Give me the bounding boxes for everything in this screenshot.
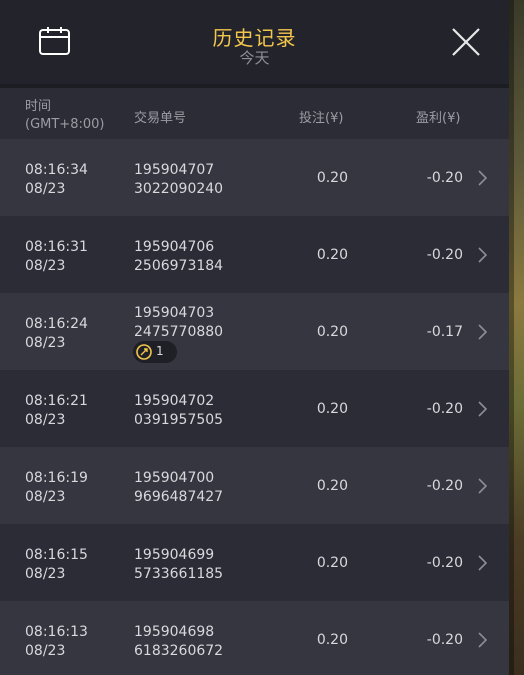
row-time: 08:16:21 08/23 xyxy=(25,392,88,430)
row-profit: -0.20 xyxy=(426,478,463,494)
row-order: 195904700 9696487427 xyxy=(134,469,223,507)
row-date-value: 08/23 xyxy=(25,258,66,274)
history-row[interactable]: 08:16:21 08/23 195904702 0391957505 0.20… xyxy=(0,370,509,447)
row-order-line1: 195904698 xyxy=(134,624,215,640)
row-time-value: 08:16:19 xyxy=(25,470,88,486)
row-bet: 0.20 xyxy=(316,170,348,186)
history-row[interactable]: 08:16:13 08/23 195904698 6183260672 0.20… xyxy=(0,601,509,675)
history-row[interactable]: 08:16:19 08/23 195904700 9696487427 0.20… xyxy=(0,447,509,524)
close-icon xyxy=(452,28,480,56)
chevron-right-icon[interactable] xyxy=(476,400,488,418)
row-profit: -0.20 xyxy=(426,632,463,648)
row-time: 08:16:31 08/23 xyxy=(25,238,88,276)
row-order-line1: 195904700 xyxy=(134,470,215,486)
row-time: 08:16:24 08/23 xyxy=(25,315,88,353)
row-time-value: 08:16:24 xyxy=(25,316,88,332)
header-bar: 历史记录 今天 xyxy=(0,0,509,84)
background-edge xyxy=(509,0,524,675)
row-order-line2: 2475770880 xyxy=(134,324,224,340)
chevron-right-icon[interactable] xyxy=(476,554,488,572)
row-order-line2: 5733661185 xyxy=(134,566,224,582)
row-profit: -0.17 xyxy=(426,324,463,340)
row-time-value: 08:16:34 xyxy=(25,162,88,178)
row-profit: -0.20 xyxy=(426,555,463,571)
chevron-right-icon[interactable] xyxy=(476,631,488,649)
row-bet: 0.20 xyxy=(316,401,348,417)
column-timezone-label: (GMT+8:00) xyxy=(25,117,105,132)
row-order-line2: 0391957505 xyxy=(134,412,224,428)
row-order: 195904698 6183260672 xyxy=(134,623,223,661)
free-spin-badge: 1 xyxy=(133,341,177,363)
row-order-line1: 195904706 xyxy=(134,239,215,255)
history-panel: 历史记录 今天 时间 (GMT+8:00) 交易单号 投注(¥) 盈利(¥) 0… xyxy=(0,0,509,675)
row-order: 195904702 0391957505 xyxy=(134,392,223,430)
row-time-value: 08:16:21 xyxy=(25,393,88,409)
row-order-line2: 9696487427 xyxy=(134,489,224,505)
row-order-line1: 195904699 xyxy=(134,547,215,563)
row-order: 195904699 5733661185 xyxy=(134,546,223,584)
row-time: 08:16:19 08/23 xyxy=(25,469,88,507)
row-order-line2: 6183260672 xyxy=(134,643,224,659)
coin-icon xyxy=(136,344,152,360)
row-date-value: 08/23 xyxy=(25,489,66,505)
row-profit: -0.20 xyxy=(426,247,463,263)
history-row[interactable]: 08:16:24 08/23 195904703 2475770880 1 0.… xyxy=(0,293,509,370)
row-date-value: 08/23 xyxy=(25,412,66,428)
row-bet: 0.20 xyxy=(316,555,348,571)
row-order-line1: 195904702 xyxy=(134,393,215,409)
row-profit: -0.20 xyxy=(426,170,463,186)
column-header: 时间 (GMT+8:00) 交易单号 投注(¥) 盈利(¥) xyxy=(0,88,509,139)
chevron-right-icon[interactable] xyxy=(476,169,488,187)
row-time: 08:16:15 08/23 xyxy=(25,546,88,584)
row-order: 195904707 3022090240 xyxy=(134,161,223,199)
history-row[interactable]: 08:16:15 08/23 195904699 5733661185 0.20… xyxy=(0,524,509,601)
row-order: 195904703 2475770880 xyxy=(134,304,223,342)
row-time-value: 08:16:15 xyxy=(25,547,88,563)
column-bet-label: 投注(¥) xyxy=(299,111,344,126)
row-date-value: 08/23 xyxy=(25,566,66,582)
row-bet: 0.20 xyxy=(316,247,348,263)
close-button[interactable] xyxy=(450,26,482,58)
row-order-line1: 195904707 xyxy=(134,162,215,178)
chevron-right-icon[interactable] xyxy=(476,477,488,495)
row-time: 08:16:13 08/23 xyxy=(25,623,88,661)
row-order-line2: 2506973184 xyxy=(134,258,224,274)
row-bet: 0.20 xyxy=(316,632,348,648)
row-profit: -0.20 xyxy=(426,401,463,417)
column-profit-label: 盈利(¥) xyxy=(416,111,461,126)
history-row[interactable]: 08:16:34 08/23 195904707 3022090240 0.20… xyxy=(0,139,509,216)
row-order: 195904706 2506973184 xyxy=(134,238,223,276)
history-row[interactable]: 08:16:31 08/23 195904706 2506973184 0.20… xyxy=(0,216,509,293)
row-time: 08:16:34 08/23 xyxy=(25,161,88,199)
row-bet: 0.20 xyxy=(316,324,348,340)
badge-count: 1 xyxy=(156,344,164,358)
chevron-right-icon[interactable] xyxy=(476,323,488,341)
page-subtitle: 今天 xyxy=(239,49,270,67)
chevron-right-icon[interactable] xyxy=(476,246,488,264)
row-date-value: 08/23 xyxy=(25,335,66,351)
column-order-label: 交易单号 xyxy=(134,111,187,126)
row-date-value: 08/23 xyxy=(25,643,66,659)
row-bet: 0.20 xyxy=(316,478,348,494)
row-date-value: 08/23 xyxy=(25,181,66,197)
row-time-value: 08:16:31 xyxy=(25,239,88,255)
row-order-line1: 195904703 xyxy=(134,305,215,321)
row-time-value: 08:16:13 xyxy=(25,624,88,640)
column-time-label: 时间 xyxy=(25,99,52,114)
row-order-line2: 3022090240 xyxy=(134,181,224,197)
